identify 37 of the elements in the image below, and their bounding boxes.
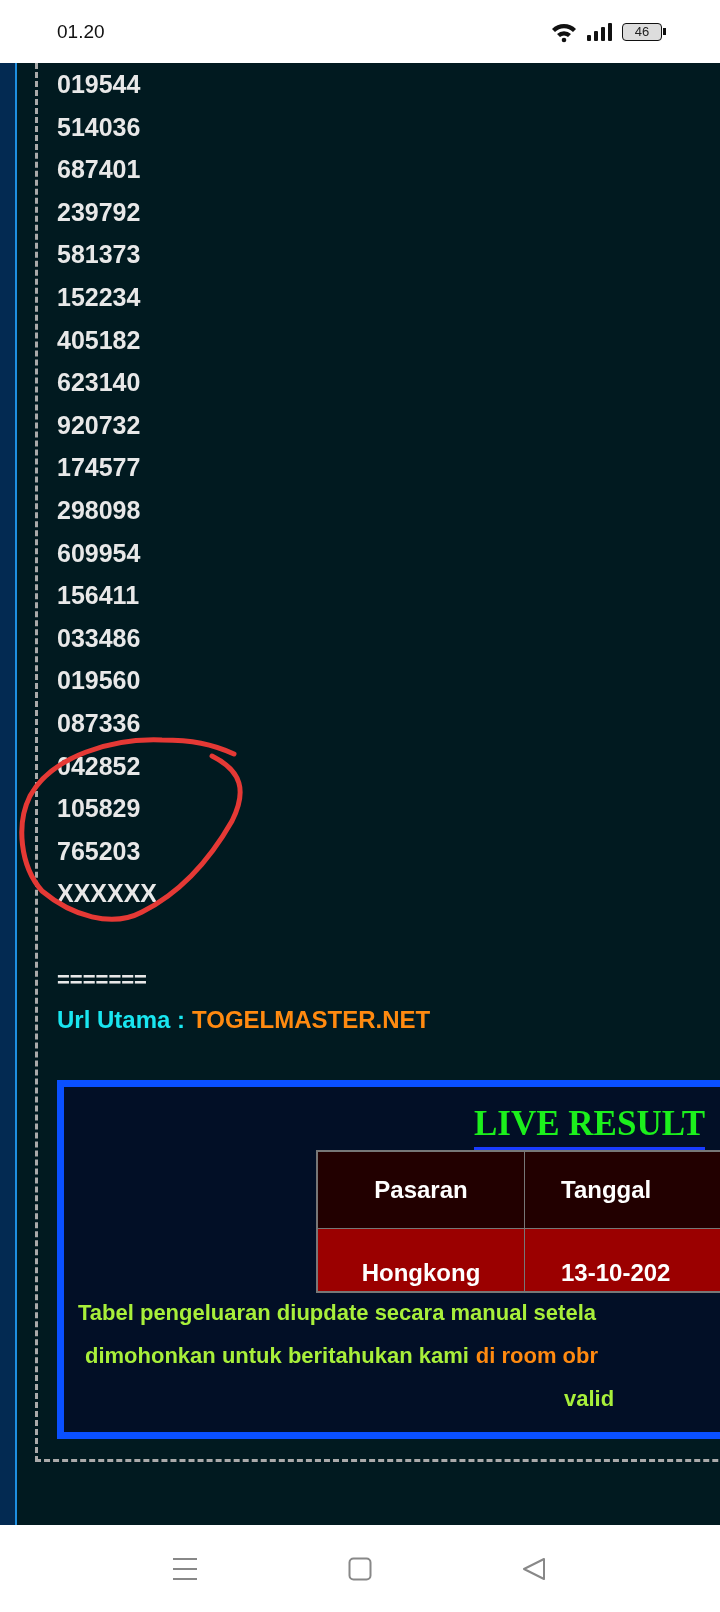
number-text: 152234	[57, 281, 142, 313]
note-text: dimohonkan untuk beritahukan kami	[85, 1341, 469, 1370]
signal-icon	[586, 21, 614, 42]
separator-text: =======	[57, 965, 148, 994]
live-result-title: LIVE RESULT	[474, 1100, 706, 1150]
status-time: 01.20	[57, 20, 105, 43]
number-text: 087336	[57, 707, 142, 739]
number-text: 239792	[57, 196, 142, 228]
number-text: 609954	[57, 537, 142, 569]
number-text: 174577	[57, 452, 142, 484]
column-header: Tanggal	[524, 1150, 720, 1229]
number-text: 687401	[57, 154, 142, 186]
back-icon[interactable]	[522, 1556, 546, 1581]
number-text: 405182	[57, 324, 142, 356]
url-link[interactable]: TOGELMASTER.NET	[192, 1005, 431, 1033]
url-label: Url Utama :	[57, 1005, 186, 1033]
number-text: 765203	[57, 835, 142, 867]
number-text: 105829	[57, 793, 142, 825]
number-text: XXXXXX	[57, 878, 159, 910]
number-text: 623140	[57, 367, 142, 399]
number-text: 042852	[57, 750, 142, 782]
number-text: 298098	[57, 494, 142, 526]
table-cell: Hongkong	[317, 1228, 525, 1292]
number-text: 920732	[57, 409, 142, 441]
note-text: valid	[564, 1385, 615, 1411]
column-header: Pasaran	[317, 1150, 525, 1229]
home-icon[interactable]	[348, 1556, 372, 1581]
menu-icon[interactable]	[172, 1556, 198, 1581]
table-cell: 13-10-202	[524, 1228, 720, 1292]
number-text: 033486	[57, 622, 142, 654]
number-text: 156411	[57, 580, 141, 612]
number-text: 514036	[57, 111, 142, 143]
number-text: 019560	[57, 665, 142, 697]
number-text: 019544	[57, 69, 142, 100]
chat-room-link[interactable]: di room obr	[475, 1333, 599, 1377]
note-text: Tabel pengeluaran diupdate secara manual setela	[78, 1299, 596, 1325]
number-text: 581373	[57, 239, 142, 271]
